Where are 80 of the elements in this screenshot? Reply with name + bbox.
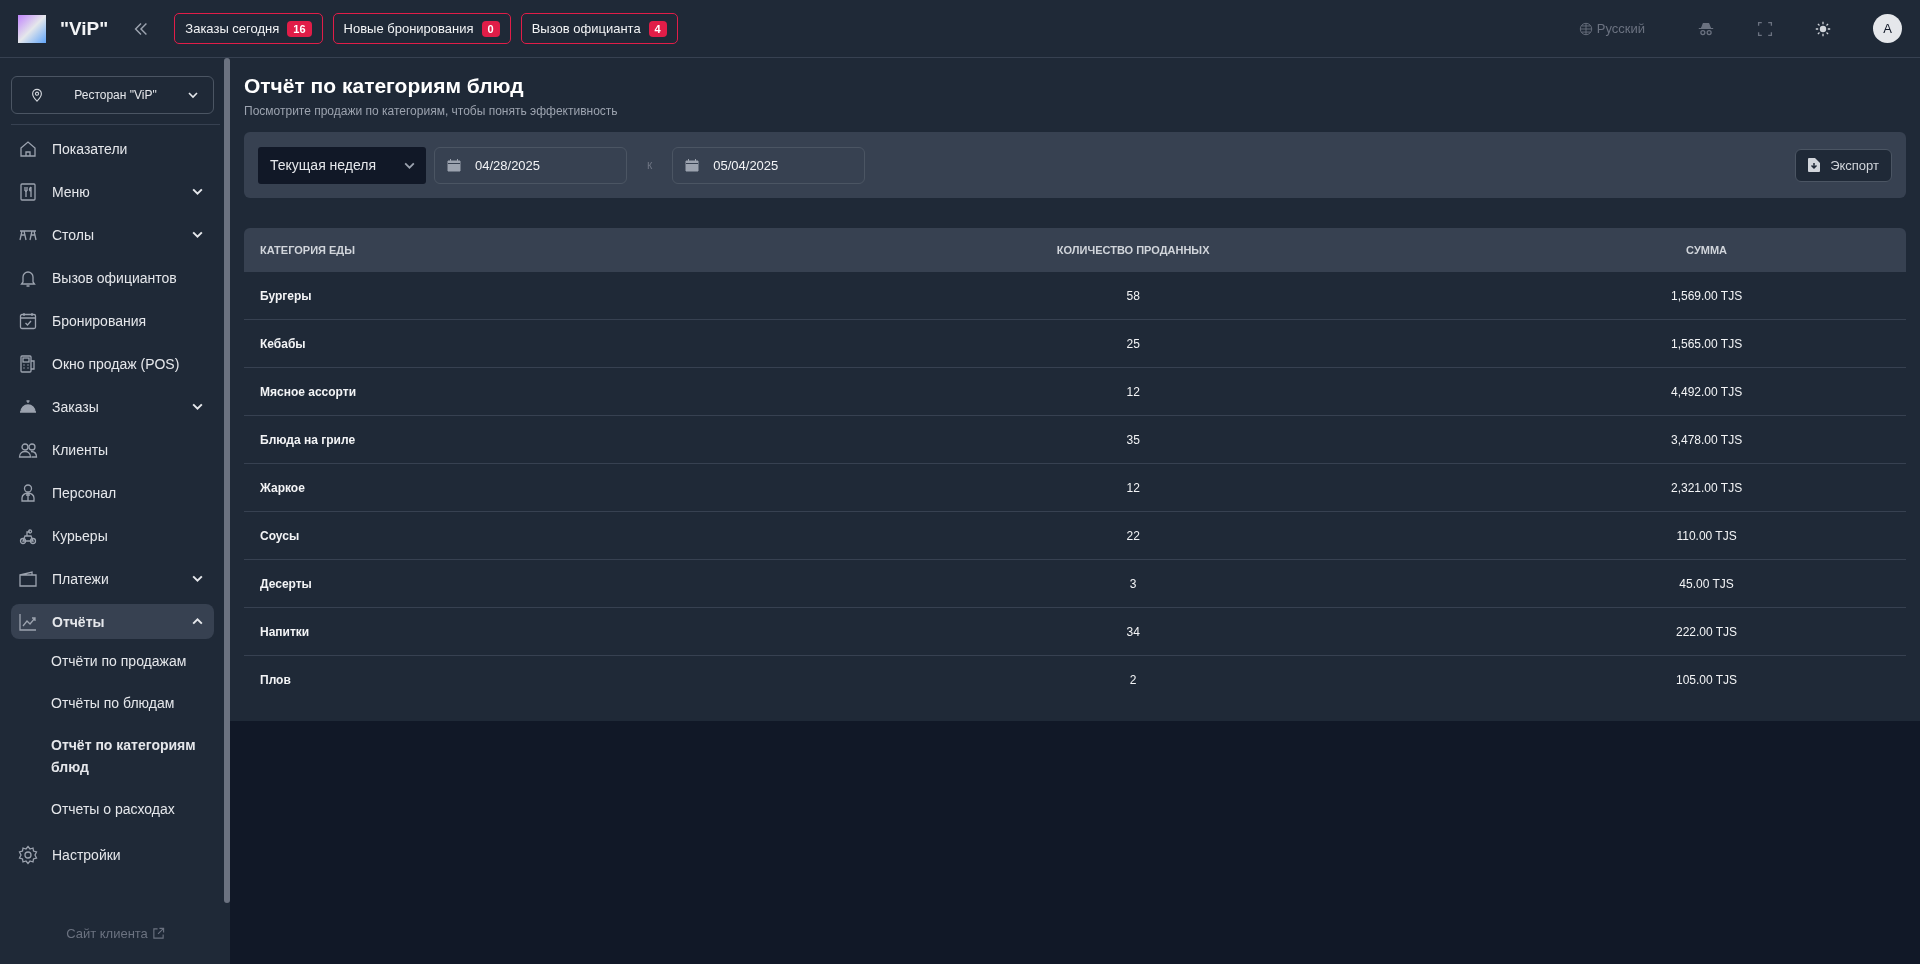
restaurant-select[interactable]: Ресторан "ViP" [11,76,214,114]
sidebar-item[interactable]: Персонал [11,475,214,510]
table-cell: Кебабы [244,319,760,368]
sidebar-subitem[interactable]: Отчёт по категориям блюд [11,731,231,781]
sidebar-item[interactable]: Меню [11,174,214,209]
table-cell: 12 [759,367,1508,416]
table-cell: 105.00 TJS [1507,655,1906,703]
table-cell: 58 [759,272,1508,320]
sidebar-item[interactable]: Платежи [11,561,214,596]
fullscreen-icon[interactable] [1757,20,1773,37]
date-field[interactable]: 04/28/2025 [434,146,627,184]
sidebar-item[interactable]: Курьеры [11,518,214,553]
header-badge-button[interactable]: Вызов официанта 4 [520,13,678,44]
calendar-icon [685,158,700,172]
count-badge: 16 [287,20,312,37]
table-cell: Десерты [244,559,760,608]
chart-icon [18,611,38,632]
sidebar-subitem[interactable]: Отчеты о расходах [11,795,231,823]
sidebar-item[interactable]: Клиенты [11,432,214,467]
table-cell: Бургеры [244,272,760,320]
calendar-icon [18,310,38,331]
page-subtitle: Посмотрите продажи по категориям, чтобы понять эффективность [244,104,619,118]
logo-icon [18,14,46,43]
menu-icon [18,181,38,202]
table-cell: 3,478.00 TJS [1507,415,1906,464]
restaurant-name: Ресторан "ViP" [73,88,158,102]
period-select[interactable]: Текущая неделя [258,146,426,184]
table-cell: 35 [759,415,1508,464]
sidebar-item[interactable]: Окно продаж (POS) [11,346,214,381]
sidebar-item[interactable]: Столы [11,217,214,252]
wallet-icon [18,568,38,589]
count-badge: 0 [481,20,500,37]
table-cell: 25 [759,319,1508,368]
chevron-down-icon [187,89,199,101]
table-cell: 2 [759,655,1508,703]
sidebar-item[interactable]: Настройки [11,837,214,872]
table-cell: 12 [759,463,1508,512]
table-cell: Жаркое [244,463,760,512]
column-header: КАТЕГОРИЯ ЕДЫ [244,228,760,272]
sidebar-item[interactable]: Бронирования [11,303,214,338]
globe-icon [1578,21,1593,36]
table-cell: 22 [759,511,1508,560]
sidebar-subitem[interactable]: Отчёти по продажам [11,647,231,675]
header-badge-button[interactable]: Новые бронирования 0 [332,13,511,44]
table-cell: Напитки [244,607,760,656]
sidebar-item[interactable]: Отчёты [11,604,214,639]
table-cell: Соусы [244,511,760,560]
column-header: СУММА [1507,228,1906,272]
sun-icon[interactable] [1815,20,1831,37]
table-cell: Мясное ассорти [244,367,760,416]
sidebar-item[interactable]: Заказы [11,389,214,424]
table-cell: 2,321.00 TJS [1507,463,1906,512]
sidebar-item[interactable]: Показатели [11,131,214,166]
count-badge: 4 [648,20,667,37]
file-download-icon [1808,158,1821,172]
table-cell: 4,492.00 TJS [1507,367,1906,416]
column-header: КОЛИЧЕСТВО ПРОДАННЫХ [759,228,1508,272]
person-icon [18,482,38,503]
location-pin-icon [30,88,44,102]
table-cell: 1,565.00 TJS [1507,319,1906,368]
page-title: Отчёт по категориям блюд [244,74,525,98]
table-cell: Блюда на гриле [244,415,760,464]
table-cell: 34 [759,607,1508,656]
sidebar-subitem[interactable]: Отчёты по блюдам [11,689,231,717]
header-badge-button[interactable]: Заказы сегодня 16 [174,13,323,44]
sidebar-item[interactable]: Вызов официантов [11,260,214,295]
export-button[interactable]: Экспорт [1795,148,1892,182]
table-cell: 222.00 TJS [1507,607,1906,656]
gear-icon [18,844,38,865]
table-cell: 45.00 TJS [1507,559,1906,608]
table-cell: Плов [244,655,760,703]
external-link-icon [151,926,165,940]
table-cell: 110.00 TJS [1507,511,1906,560]
avatar-button[interactable]: A [1873,14,1902,43]
brand-name: "ViP" [60,17,109,40]
pos-icon [18,353,38,374]
table-cell: 1,569.00 TJS [1507,272,1906,320]
calendar-icon [447,158,461,172]
date-field[interactable]: 05/04/2025 [672,146,866,184]
table-cell: 3 [759,559,1508,608]
